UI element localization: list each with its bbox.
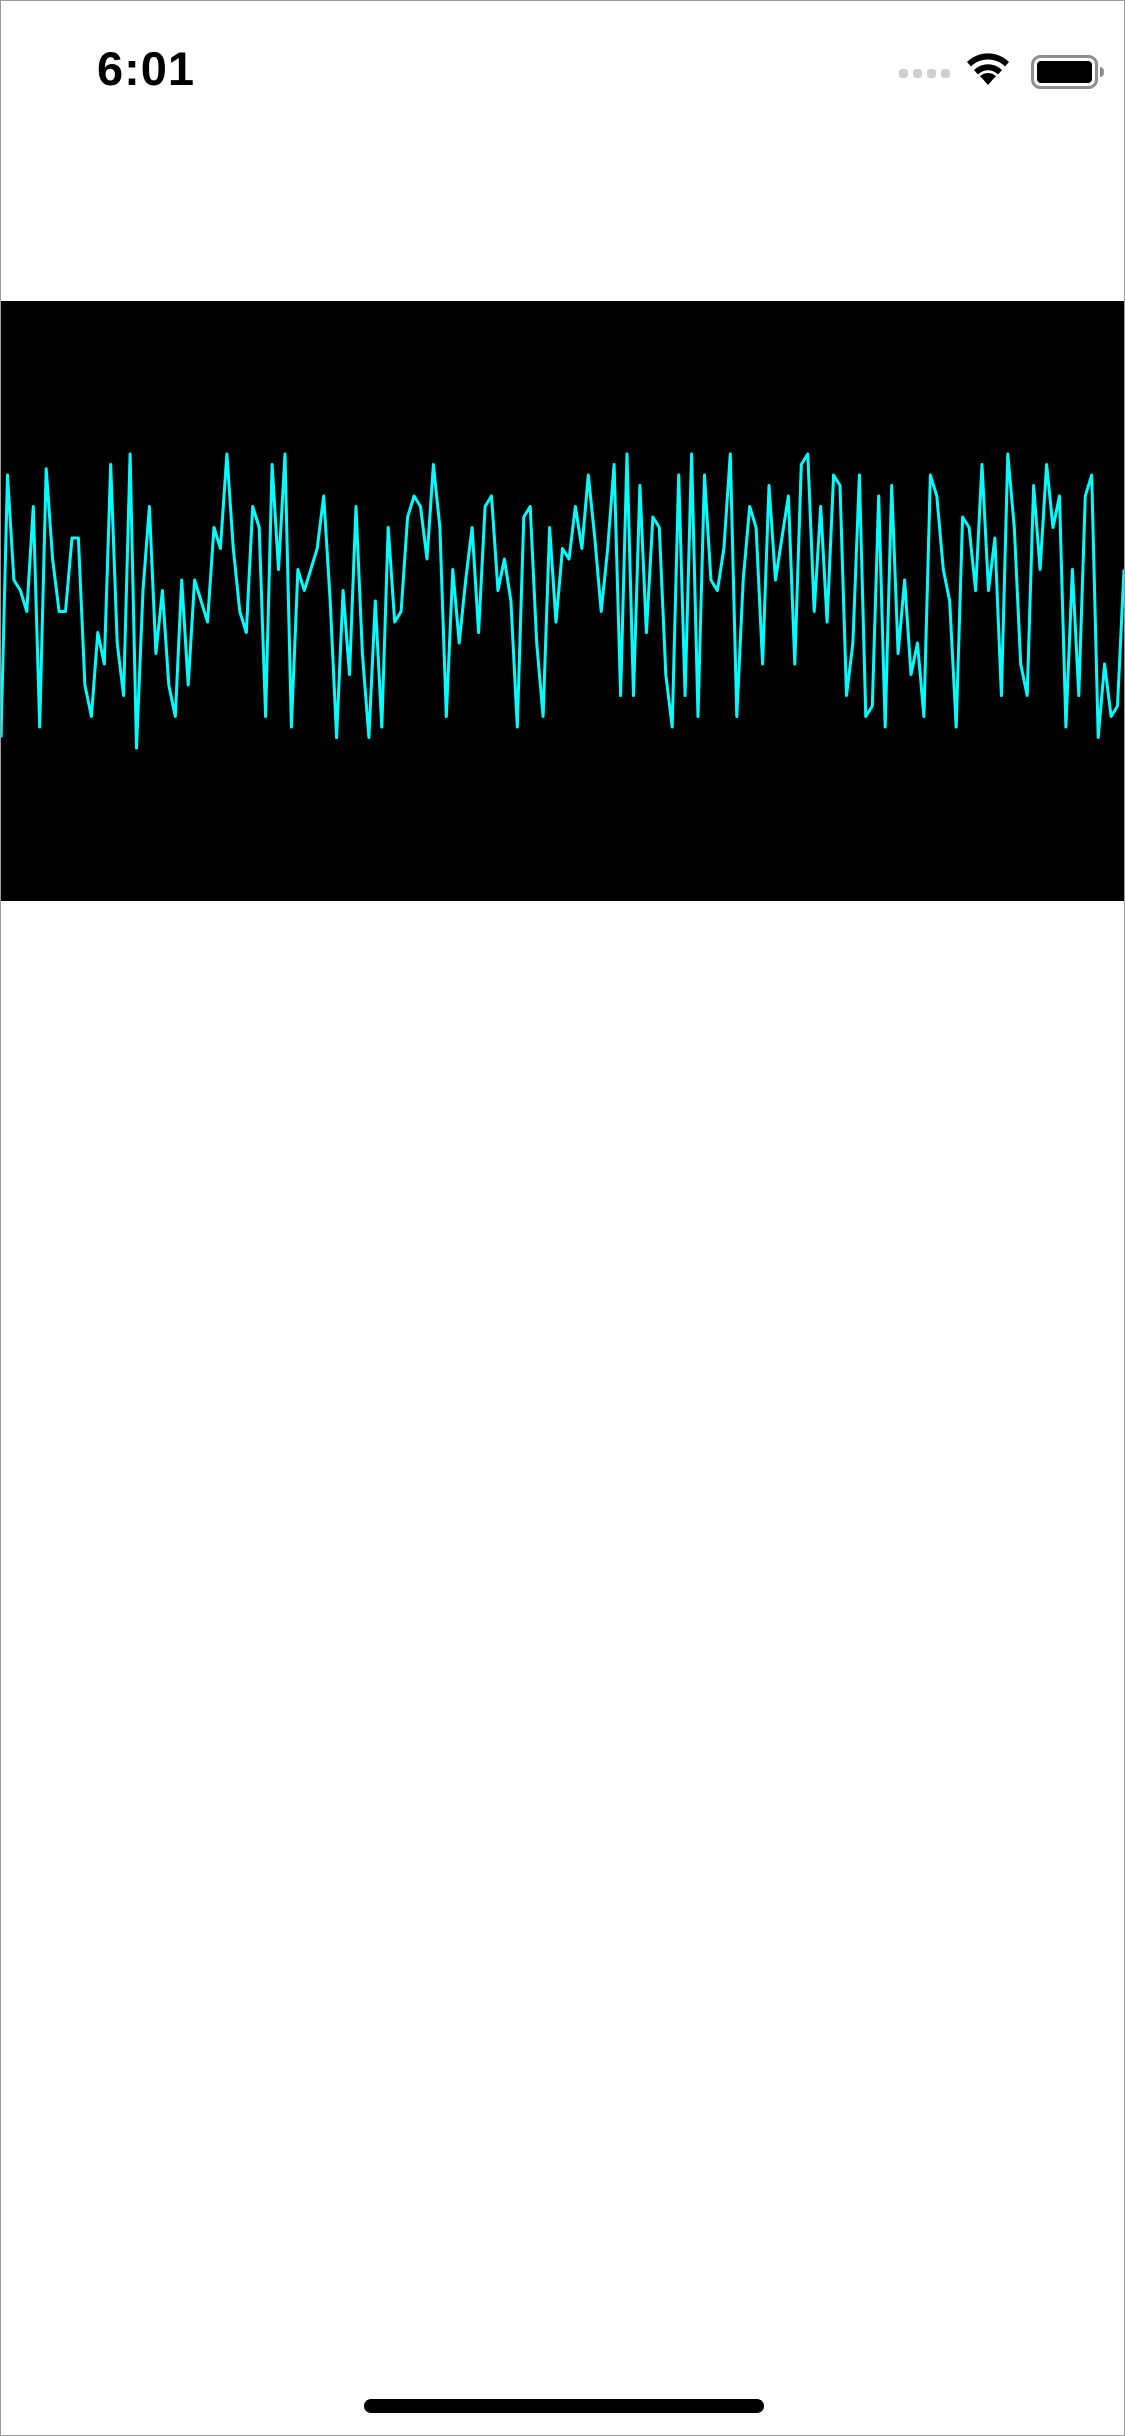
battery-icon <box>1031 55 1105 94</box>
cellular-signal-icon <box>899 65 953 84</box>
waveform-graph <box>1 452 1124 750</box>
phone-screen: 6:01 <box>0 0 1125 2436</box>
status-icons <box>899 51 1104 92</box>
home-indicator[interactable] <box>364 2399 764 2413</box>
waveform-line <box>1 452 1124 750</box>
status-bar: 6:01 <box>1 1 1124 141</box>
waveform-view <box>1 301 1124 901</box>
wifi-icon <box>965 51 1011 92</box>
status-time: 6:01 <box>97 42 196 95</box>
